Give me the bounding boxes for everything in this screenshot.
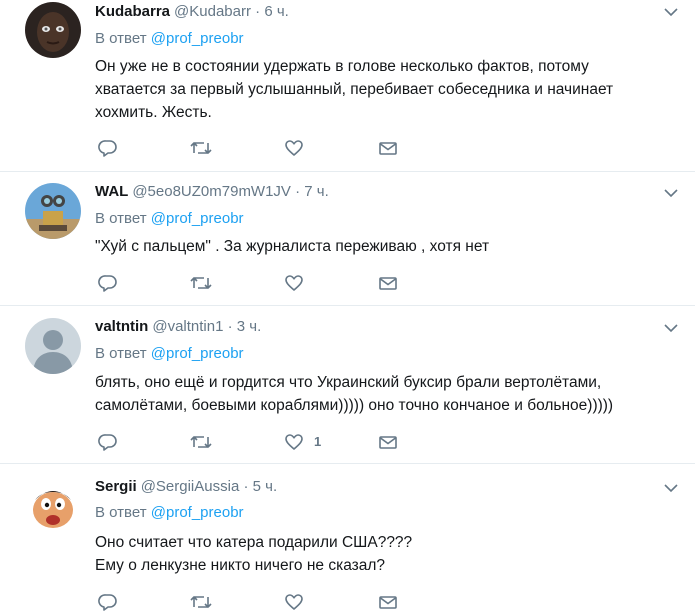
tweet-text-line: "Хуй с пальцем" . За журналиста пережива… [95, 238, 490, 255]
like-icon [285, 140, 303, 156]
timestamp[interactable]: 5 ч. [253, 478, 278, 495]
chevron-down-icon[interactable] [663, 185, 679, 201]
tweet: WAL @5eo8UZ0m79mW1JV · 7 ч. В ответ @prof… [0, 172, 695, 306]
separator-dot: · [227, 318, 233, 335]
tweet-text: блять, оно ещё и гордится что Украинский… [95, 371, 665, 417]
author-handle[interactable]: @valtntin1 [152, 318, 223, 335]
tweet-text-line: хохмить. Жесть. [95, 104, 212, 121]
chevron-down-icon[interactable] [663, 320, 679, 336]
reply-to: В ответ @prof_preobr [95, 29, 244, 49]
like-button[interactable] [284, 273, 304, 295]
author-name[interactable]: Kudabarra [95, 3, 170, 20]
author-name[interactable]: WAL [95, 183, 128, 200]
tweet-text-line: Он уже не в состоянии удержать в голове … [95, 58, 589, 75]
reply-button[interactable] [98, 273, 118, 295]
like-icon [285, 275, 303, 291]
retweet-icon [190, 142, 212, 154]
author-handle[interactable]: @Kudabarr [174, 3, 251, 20]
retweet-button[interactable] [190, 592, 212, 614]
tweet-text-line: самолётами, боевыми кораблями))))) оно т… [95, 397, 614, 414]
direct-message-icon [379, 142, 397, 155]
reply-prefix: В ответ [95, 345, 147, 362]
timestamp[interactable]: 3 ч. [237, 318, 262, 335]
avatar[interactable] [25, 2, 81, 58]
retweet-button[interactable] [190, 138, 212, 160]
direct-message-button[interactable] [378, 592, 398, 614]
tweet: Sergii @SergiiAussia · 5 ч. В ответ @prof… [0, 464, 695, 615]
retweet-button[interactable] [190, 273, 212, 295]
timestamp[interactable]: 6 ч. [264, 3, 289, 20]
retweet-icon [190, 277, 212, 289]
reply-prefix: В ответ [95, 30, 147, 47]
reply-icon [98, 434, 117, 451]
separator-dot: · [295, 183, 301, 200]
avatar[interactable] [25, 478, 81, 534]
tweet-text-line: Оно считает что катера подарили США???? [95, 534, 413, 551]
direct-message-icon [379, 277, 397, 290]
direct-message-icon [379, 436, 397, 449]
direct-message-icon [379, 596, 397, 609]
reply-to: В ответ @prof_preobr [95, 344, 244, 364]
retweet-button[interactable] [190, 432, 212, 454]
author-handle[interactable]: @SergiiAussia [141, 478, 240, 495]
direct-message-button[interactable] [378, 273, 398, 295]
tweet-text: Оно считает что катера подарили США???? … [95, 531, 665, 577]
author-name[interactable]: valtntin [95, 318, 148, 335]
like-icon [285, 594, 303, 610]
like-count: 1 [314, 434, 322, 449]
like-icon [285, 434, 303, 450]
like-button[interactable] [284, 138, 304, 160]
avatar[interactable] [25, 318, 81, 374]
direct-message-button[interactable] [378, 138, 398, 160]
reply-icon [98, 140, 117, 157]
reply-button[interactable] [98, 592, 118, 614]
reply-mention-link[interactable]: @prof_preobr [151, 210, 244, 227]
tweet: valtntin @valtntin1 · 3 ч. В ответ @prof_… [0, 306, 695, 464]
reply-mention-link[interactable]: @prof_preobr [151, 30, 244, 47]
like-button[interactable]: 1 [284, 432, 344, 454]
reply-to: В ответ @prof_preobr [95, 503, 244, 523]
tweet: Kudabarra @Kudabarr · 6 ч. В ответ @prof_… [0, 0, 695, 172]
author-name[interactable]: Sergii [95, 478, 137, 495]
timestamp[interactable]: 7 ч. [304, 183, 329, 200]
reply-icon [98, 275, 117, 292]
reply-button[interactable] [98, 432, 118, 454]
chevron-down-icon[interactable] [663, 480, 679, 496]
reply-mention-link[interactable]: @prof_preobr [151, 345, 244, 362]
tweet-header: WAL @5eo8UZ0m79mW1JV · 7 ч. [95, 182, 329, 202]
retweet-icon [190, 436, 212, 448]
tweet-text-line: Ему о ленкузне никто ничего не сказал? [95, 557, 386, 574]
reply-prefix: В ответ [95, 504, 147, 521]
tweet-header: valtntin @valtntin1 · 3 ч. [95, 317, 261, 337]
reply-icon [98, 594, 117, 611]
chevron-down-icon[interactable] [663, 4, 679, 20]
reply-to: В ответ @prof_preobr [95, 209, 244, 229]
reply-mention-link[interactable]: @prof_preobr [151, 504, 244, 521]
tweet-header: Sergii @SergiiAussia · 5 ч. [95, 477, 277, 497]
direct-message-button[interactable] [378, 432, 398, 454]
retweet-icon [190, 596, 212, 608]
separator-dot: · [243, 478, 249, 495]
tweet-header: Kudabarra @Kudabarr · 6 ч. [95, 2, 289, 22]
avatar[interactable] [25, 183, 81, 239]
tweet-text-line: блять, оно ещё и гордится что Украинский… [95, 374, 602, 391]
separator-dot: · [255, 3, 261, 20]
reply-button[interactable] [98, 138, 118, 160]
tweet-text-line: хватается за первый услышанный, перебива… [95, 81, 614, 98]
reply-prefix: В ответ [95, 210, 147, 227]
tweet-text: Он уже не в состоянии удержать в голове … [95, 55, 665, 124]
author-handle[interactable]: @5eo8UZ0m79mW1JV [132, 183, 291, 200]
tweet-text: "Хуй с пальцем" . За журналиста пережива… [95, 235, 665, 258]
like-button[interactable] [284, 592, 304, 614]
